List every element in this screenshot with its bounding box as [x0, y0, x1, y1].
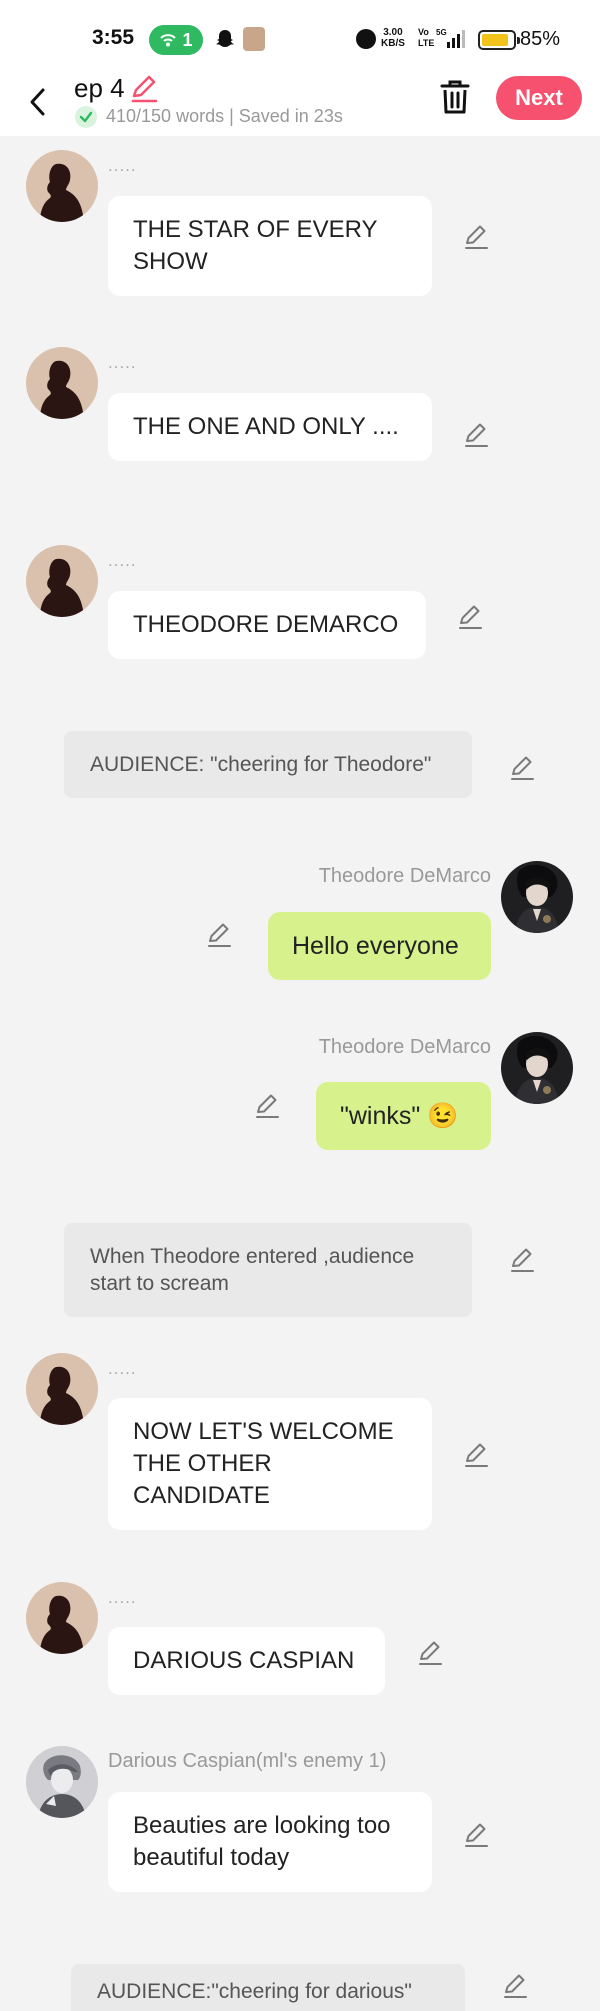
narrator-bubble[interactable]: THE STAR OF EVERY SHOW	[108, 196, 432, 296]
chevron-left-icon	[30, 88, 45, 116]
battery-percent: 85%	[520, 28, 561, 50]
wifi-hotspot-icon	[160, 34, 177, 47]
notification-thumbnail-icon	[243, 27, 265, 51]
narrator-label: .....	[108, 551, 137, 570]
hotspot-count: 1	[182, 29, 193, 50]
status-bar: 3:55 1 3.00 KB/S Vo LTE 5G 85%	[0, 0, 600, 72]
narrator-label: .....	[108, 156, 137, 175]
edit-pencil-icon[interactable]	[461, 1820, 491, 1850]
word-count-save-status: 410/150 words | Saved in 23s	[106, 106, 343, 126]
edit-pencil-icon[interactable]	[507, 753, 537, 783]
narration-box[interactable]: AUDIENCE:"cheering for darious"	[71, 1964, 465, 2011]
trash-icon[interactable]	[438, 78, 472, 116]
narrator-bubble[interactable]: THE ONE AND ONLY ....	[108, 393, 432, 461]
edit-pencil-icon[interactable]	[507, 1245, 537, 1275]
narrator-avatar[interactable]	[26, 150, 98, 222]
narrator-avatar[interactable]	[26, 1582, 98, 1654]
signal-icon: 5G	[436, 28, 465, 48]
edit-pencil-icon[interactable]	[461, 222, 491, 252]
edit-pencil-icon[interactable]	[461, 420, 491, 450]
character-bubble[interactable]: Beauties are looking too beautiful today	[108, 1792, 432, 1892]
signal-label: 5G	[436, 28, 447, 37]
edit-pencil-icon[interactable]	[252, 1091, 282, 1121]
hotspot-indicator: 1	[149, 25, 203, 55]
narrator-bubble[interactable]: DARIOUS CASPIAN	[108, 1627, 385, 1695]
character-bubble[interactable]: "winks" 😉	[316, 1082, 491, 1150]
narrator-bubble[interactable]: NOW LET'S WELCOME THE OTHER CANDIDATE	[108, 1398, 432, 1530]
narrator-label: .....	[108, 353, 137, 372]
editor-header: ep 4 410/150 words | Saved in 23s Next	[0, 72, 600, 136]
speaker-name: Darious Caspian(ml's enemy 1)	[108, 1750, 387, 1772]
narrator-avatar[interactable]	[26, 545, 98, 617]
speaker-name: Theodore DeMarco	[318, 865, 491, 887]
narrator-label: .....	[108, 1588, 137, 1607]
edit-pencil-icon[interactable]	[500, 1971, 530, 2001]
network-speed: 3.00 KB/S	[381, 27, 405, 49]
character-bubble[interactable]: Hello everyone	[268, 912, 491, 980]
narrator-label: .....	[108, 1359, 137, 1378]
character-avatar-theodore[interactable]	[501, 1032, 573, 1104]
narration-box[interactable]: AUDIENCE: "cheering for Theodore"	[64, 731, 472, 798]
battery-fill	[482, 34, 508, 46]
volte-indicator: Vo LTE	[418, 27, 435, 48]
status-time: 3:55	[92, 26, 135, 49]
speaker-name: Theodore DeMarco	[318, 1036, 491, 1058]
edit-pencil-icon[interactable]	[415, 1638, 445, 1668]
snapchat-icon	[216, 30, 234, 47]
character-avatar-darious[interactable]	[26, 1746, 98, 1818]
edit-pencil-icon[interactable]	[204, 920, 234, 950]
narrator-avatar[interactable]	[26, 347, 98, 419]
edit-pencil-icon[interactable]	[461, 1440, 491, 1470]
edit-pencil-icon[interactable]	[455, 602, 485, 632]
character-avatar-theodore[interactable]	[501, 861, 573, 933]
narrator-bubble[interactable]: THEODORE DEMARCO	[108, 591, 426, 659]
narration-box[interactable]: When Theodore entered ,audience start to…	[64, 1223, 472, 1317]
saved-check-icon	[75, 106, 97, 128]
edit-title-pencil-icon[interactable]	[128, 72, 160, 104]
episode-title[interactable]: ep 4	[74, 73, 125, 104]
next-button[interactable]: Next	[496, 76, 582, 120]
battery-icon	[478, 30, 520, 50]
narrator-avatar[interactable]	[26, 1353, 98, 1425]
alarm-icon	[356, 29, 376, 49]
back-button[interactable]	[20, 82, 56, 122]
